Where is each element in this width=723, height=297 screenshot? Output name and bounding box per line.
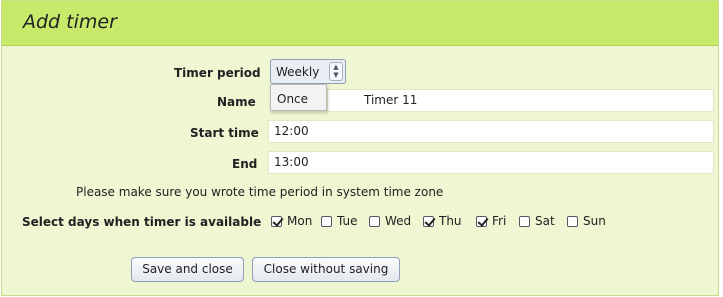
checkbox-icon[interactable] xyxy=(321,215,332,227)
timer-period-label: Timer period xyxy=(174,66,261,80)
timezone-notice: Please make sure you wrote time period i… xyxy=(76,185,444,199)
timer-period-value: Weekly xyxy=(276,65,320,79)
checkbox-checked-icon[interactable] xyxy=(476,215,487,227)
dialog-title: Add timer xyxy=(23,11,117,33)
start-time-label: Start time xyxy=(190,126,259,140)
checkbox-icon[interactable] xyxy=(519,215,530,227)
checkbox-checked-icon[interactable] xyxy=(271,215,282,227)
day-wed[interactable]: Wed xyxy=(369,213,411,229)
day-tue[interactable]: Tue xyxy=(321,213,358,229)
days-label: Select days when timer is available xyxy=(22,215,262,229)
checkbox-checked-icon[interactable] xyxy=(423,215,434,227)
day-fri[interactable]: Fri xyxy=(476,213,506,229)
day-sat[interactable]: Sat xyxy=(519,213,555,229)
timer-period-dropdown: Once xyxy=(270,84,327,111)
close-without-saving-button[interactable]: Close without saving xyxy=(252,257,400,282)
checkbox-icon[interactable] xyxy=(567,215,578,227)
name-field[interactable]: Timer 11 xyxy=(327,89,714,112)
end-label: End xyxy=(232,157,258,171)
add-timer-dialog: Add timer Timer period Weekly ▲ ▼ Name Ti… xyxy=(1,0,719,296)
day-mon[interactable]: Mon xyxy=(271,213,312,229)
name-label: Name xyxy=(217,95,256,109)
dialog-title-bar: Add timer xyxy=(2,1,718,46)
dropdown-option-once[interactable]: Once xyxy=(277,92,308,106)
day-sun[interactable]: Sun xyxy=(567,213,606,229)
start-time-field[interactable]: 12:00 xyxy=(268,120,714,143)
day-thu[interactable]: Thu xyxy=(423,213,462,229)
save-and-close-button[interactable]: Save and close xyxy=(131,257,244,282)
select-arrows-icon[interactable]: ▲ ▼ xyxy=(329,62,343,81)
end-time-field[interactable]: 13:00 xyxy=(268,151,714,174)
timer-period-select[interactable]: Weekly ▲ ▼ xyxy=(270,59,346,84)
checkbox-icon[interactable] xyxy=(369,215,380,227)
